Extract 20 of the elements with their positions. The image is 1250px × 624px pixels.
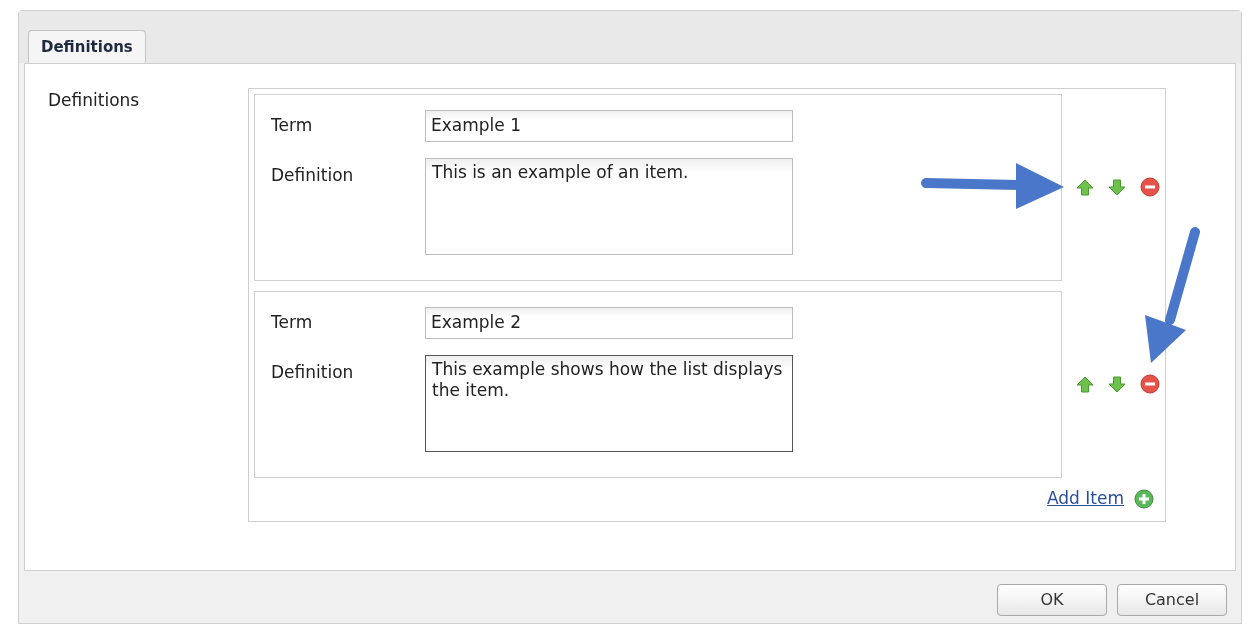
term-label: Term (271, 114, 314, 138)
term-field[interactable]: Example 1 (425, 110, 793, 142)
move-up-icon[interactable] (1076, 375, 1094, 393)
term-field[interactable]: Example 2 (425, 307, 793, 339)
move-down-icon[interactable] (1108, 375, 1126, 393)
definition-label: Definition (271, 361, 355, 384)
dialog-button[interactable]: Cancel (1117, 584, 1227, 616)
definition-field[interactable]: This is an example of an item. (425, 158, 793, 255)
add-item-link[interactable]: Add Item (1047, 486, 1124, 512)
remove-icon[interactable] (1140, 374, 1160, 394)
remove-icon[interactable] (1140, 177, 1160, 197)
move-up-icon[interactable] (1076, 178, 1094, 196)
definition-field[interactable]: This example shows how the list displays the item. (425, 355, 793, 452)
move-down-icon[interactable] (1108, 178, 1126, 196)
tab[interactable]: Definitions (28, 30, 146, 63)
dialog-button[interactable]: OK (997, 584, 1107, 616)
add-icon[interactable] (1134, 488, 1154, 509)
definition-label: Definition (271, 164, 355, 187)
term-label: Term (271, 311, 314, 335)
field-label: Definitions (47, 89, 141, 112)
